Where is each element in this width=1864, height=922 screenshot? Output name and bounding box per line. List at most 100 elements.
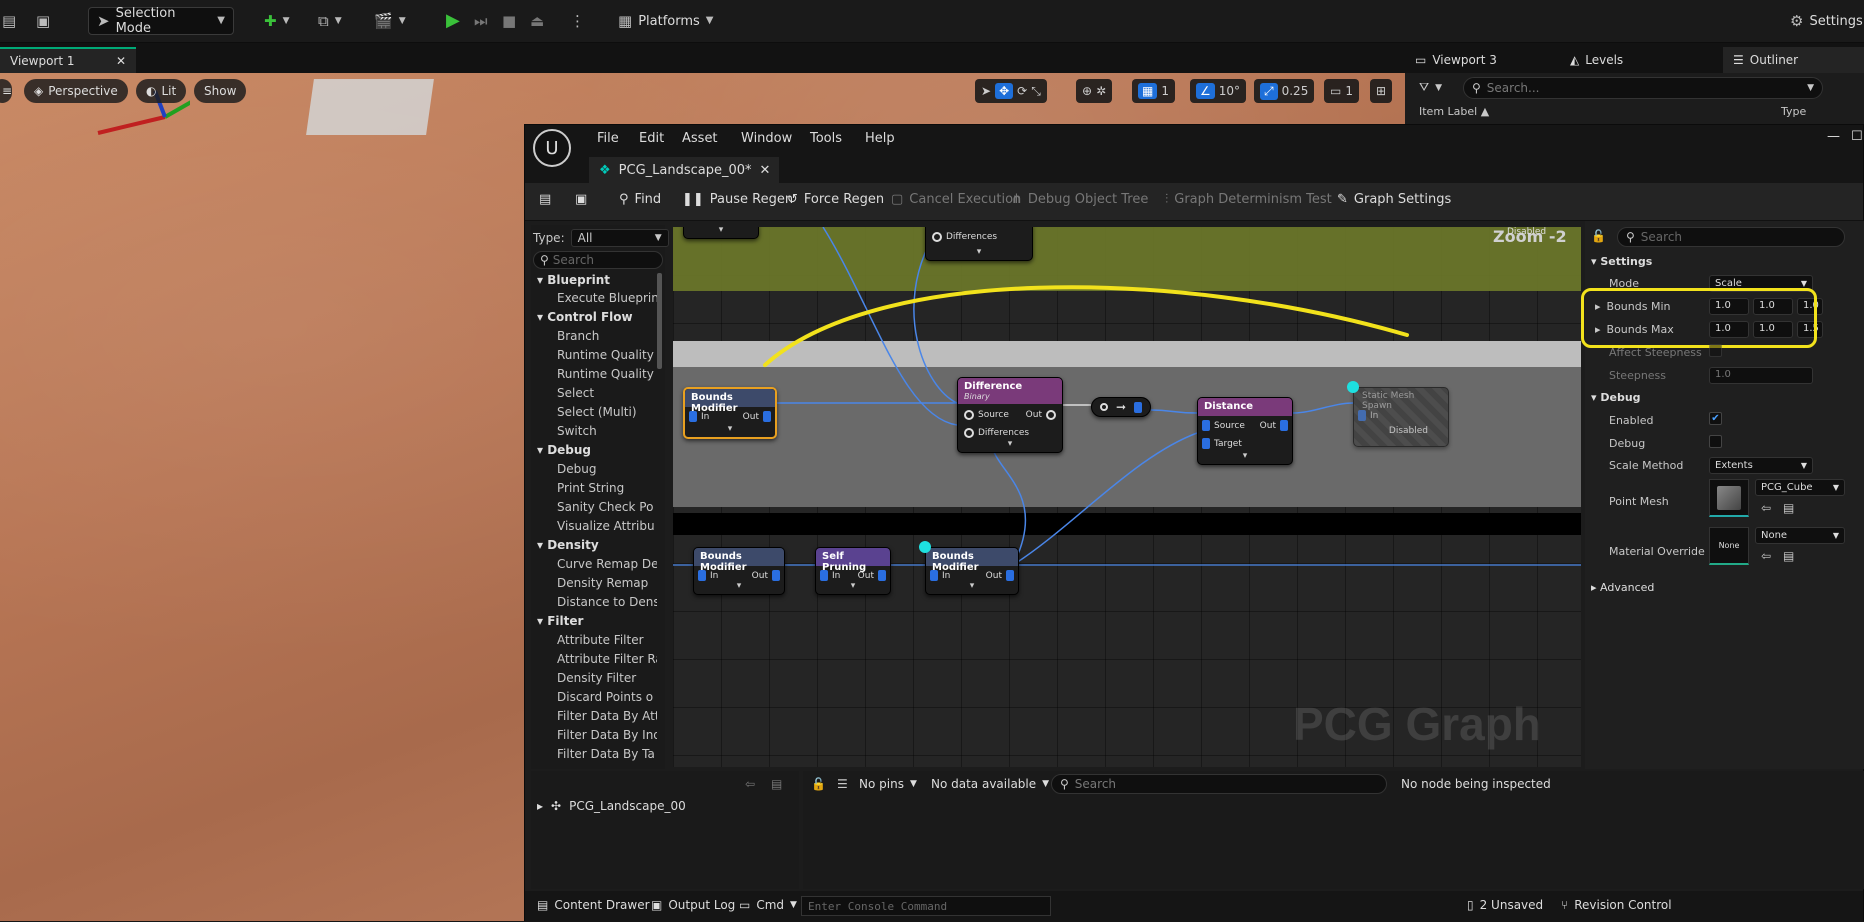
details-search[interactable]: ⚲ Search — [1617, 227, 1845, 247]
unsaved-button[interactable]: ▯ 2 Unsaved — [1467, 898, 1543, 912]
find-button[interactable]: ⚲ Find — [619, 192, 661, 207]
pins-dropdown[interactable]: No pins ▼ — [859, 775, 917, 793]
pin-icon[interactable] — [1006, 570, 1014, 581]
rotate-icon[interactable]: ⟳ — [1017, 84, 1027, 98]
more-options-icon[interactable]: ⋮ — [570, 7, 585, 35]
close-icon[interactable]: ✕ — [116, 54, 126, 68]
graph-determinism-test-button[interactable]: ⫶ Graph Determinism Test — [1165, 192, 1332, 207]
palette-item[interactable]: Sanity Check Po — [557, 500, 657, 514]
stop-icon[interactable]: ■ — [502, 7, 516, 35]
category-blueprint[interactable]: ▾ Blueprint — [537, 273, 610, 287]
eject-icon[interactable]: ⏏ — [530, 7, 544, 35]
maximize-icon[interactable]: ☐ — [1851, 129, 1863, 144]
cancel-execution-button[interactable]: ▢ Cancel Execution — [891, 192, 1021, 207]
menu-tools[interactable]: Tools — [810, 131, 842, 146]
menu-edit[interactable]: Edit — [639, 131, 664, 146]
palette-item[interactable]: Runtime Quality — [557, 367, 657, 381]
surface-snap-icon[interactable]: ✲ — [1096, 84, 1106, 98]
browse-icon[interactable]: ▤ — [1783, 501, 1794, 515]
pin-icon[interactable] — [1358, 410, 1366, 421]
data-dropdown[interactable]: No data available ▼ — [931, 775, 1049, 793]
category-control-flow[interactable]: ▾ Control Flow — [537, 310, 633, 324]
layout-icon[interactable]: ⊞ — [1370, 79, 1393, 103]
graph-settings-button[interactable]: ✎ Graph Settings — [1337, 192, 1451, 207]
col-item-label[interactable]: Item Label ▲ — [1419, 105, 1489, 118]
content-browser-icon[interactable]: ▣ — [36, 7, 50, 35]
browse-icon[interactable]: ▤ — [1783, 549, 1794, 563]
pin-icon[interactable] — [932, 232, 942, 242]
tab-viewport-1[interactable]: Viewport 1 ✕ — [0, 47, 136, 73]
browse-icon[interactable]: ▣ — [575, 192, 587, 207]
enabled-checkbox[interactable]: ✔ — [1709, 412, 1722, 425]
pin-icon[interactable] — [820, 570, 828, 581]
pin-icon[interactable] — [1099, 403, 1108, 411]
node-distance[interactable]: Distance Source Out Target ▾ — [1197, 397, 1293, 465]
blueprint-icon[interactable]: ⧉ ▼ — [318, 7, 342, 35]
tab-pcg-landscape[interactable]: ❖ PCG_Landscape_00* ✕ — [589, 157, 779, 183]
steepness-input[interactable]: 1.0 — [1709, 367, 1813, 384]
node-self-pruning[interactable]: Self Pruning In Out ▾ — [815, 547, 891, 595]
type-dropdown[interactable]: All ▼ — [570, 229, 669, 247]
show-button[interactable]: Show — [194, 79, 247, 103]
move-icon[interactable]: ✥ — [995, 83, 1014, 99]
close-icon[interactable]: ✕ — [760, 163, 771, 178]
section-debug[interactable]: ▾ Debug — [1591, 391, 1641, 404]
viewport-menu-button[interactable]: ≡ — [0, 79, 12, 103]
palette-item[interactable]: Filter Data By Ind — [557, 728, 657, 742]
node-static-mesh-spawner[interactable]: Static Mesh Spawn In Disabled — [1353, 387, 1449, 447]
pause-regen-button[interactable]: ❚❚ Pause Regen — [682, 192, 793, 207]
palette-item[interactable]: Switch — [557, 424, 657, 438]
pin-icon[interactable] — [1280, 420, 1288, 431]
tab-outliner[interactable]: ☰ Outliner — [1723, 47, 1864, 73]
tree-item[interactable]: ▸ ✣ PCG_Landscape_00 — [537, 799, 686, 813]
perspective-button[interactable]: ◈ Perspective — [24, 79, 128, 103]
pin-icon[interactable] — [772, 570, 780, 581]
filter-icon[interactable]: ☰ — [837, 777, 848, 791]
palette-item[interactable]: Distance to Dens — [557, 595, 657, 609]
output-log-button[interactable]: ▣ Output Log — [651, 898, 735, 912]
scale-snap[interactable]: ⤢ 0.25 — [1254, 79, 1315, 103]
debug-object-tree-button[interactable]: ⋔ Debug Object Tree — [1011, 192, 1148, 207]
unreal-logo-icon[interactable]: U — [533, 129, 571, 167]
pin-icon[interactable] — [1046, 410, 1056, 420]
globe-icon[interactable]: ⊕ — [1082, 84, 1092, 98]
pin-icon[interactable] — [964, 428, 974, 438]
debug-checkbox[interactable] — [1709, 435, 1722, 448]
selection-mode-dropdown[interactable]: ➤ Selection Mode ▼ — [88, 6, 234, 36]
tab-viewport-3[interactable]: ▭ Viewport 3 — [1405, 47, 1507, 73]
pin-icon[interactable] — [1133, 401, 1142, 413]
cmd-dropdown[interactable]: ▭ Cmd ▼ — [739, 898, 797, 912]
palette-scrollbar[interactable] — [657, 273, 662, 369]
outliner-filter[interactable]: ⛛ ▼ — [1419, 80, 1442, 95]
menu-help[interactable]: Help — [865, 131, 895, 146]
lit-button[interactable]: ◐ Lit — [136, 79, 187, 103]
node-difference[interactable]: Difference Binary Source Out Differences… — [957, 377, 1063, 453]
node-bounds-modifier-1[interactable]: Bounds Modifier In Out ▾ — [693, 547, 785, 595]
pin-icon[interactable] — [964, 410, 974, 420]
menu-window[interactable]: Window — [741, 131, 792, 146]
palette-item[interactable]: Filter Data By Att — [557, 709, 657, 723]
camera-speed[interactable]: ▭ 1 — [1324, 79, 1359, 103]
console-input[interactable]: Enter Console Command — [801, 896, 1051, 916]
palette-search[interactable]: ⚲ Search — [533, 251, 663, 269]
attribute-search[interactable]: ⚲ Search — [1051, 774, 1387, 794]
menu-file[interactable]: File — [597, 131, 619, 146]
force-regen-button[interactable]: ↺ Force Regen — [787, 192, 884, 207]
pin-icon[interactable] — [689, 411, 697, 422]
add-actor-icon[interactable]: ✚ ▼ — [264, 7, 290, 35]
pin-icon[interactable] — [698, 570, 706, 581]
save-icon[interactable]: ▤ — [2, 7, 16, 35]
scale-method-dropdown[interactable]: Extents ▼ — [1709, 457, 1813, 474]
chevron-down-icon[interactable]: ▾ — [737, 581, 742, 591]
palette-item[interactable]: Print String — [557, 481, 657, 495]
lock-icon[interactable]: 🔓 — [811, 777, 826, 791]
palette-item[interactable]: Density Filter — [557, 671, 657, 685]
node-partial-top[interactable]: ▾ — [683, 227, 759, 239]
node-bounds-modifier-selected[interactable]: Bounds Modifier In Out ▾ — [683, 387, 777, 439]
cinematics-icon[interactable]: 🎬 ▼ — [374, 7, 406, 35]
node-bounds-modifier-2[interactable]: Bounds Modifier In Out ▾ — [925, 547, 1019, 595]
affect-steepness-checkbox[interactable] — [1709, 344, 1722, 357]
pcg-graph-canvas[interactable]: Differences ▾ ▾ Zoom -2 Disabled Bounds … — [673, 227, 1581, 767]
revision-control-button[interactable]: ⑂ Revision Control — [1561, 898, 1672, 912]
play-icon[interactable]: ▶ — [446, 7, 460, 35]
